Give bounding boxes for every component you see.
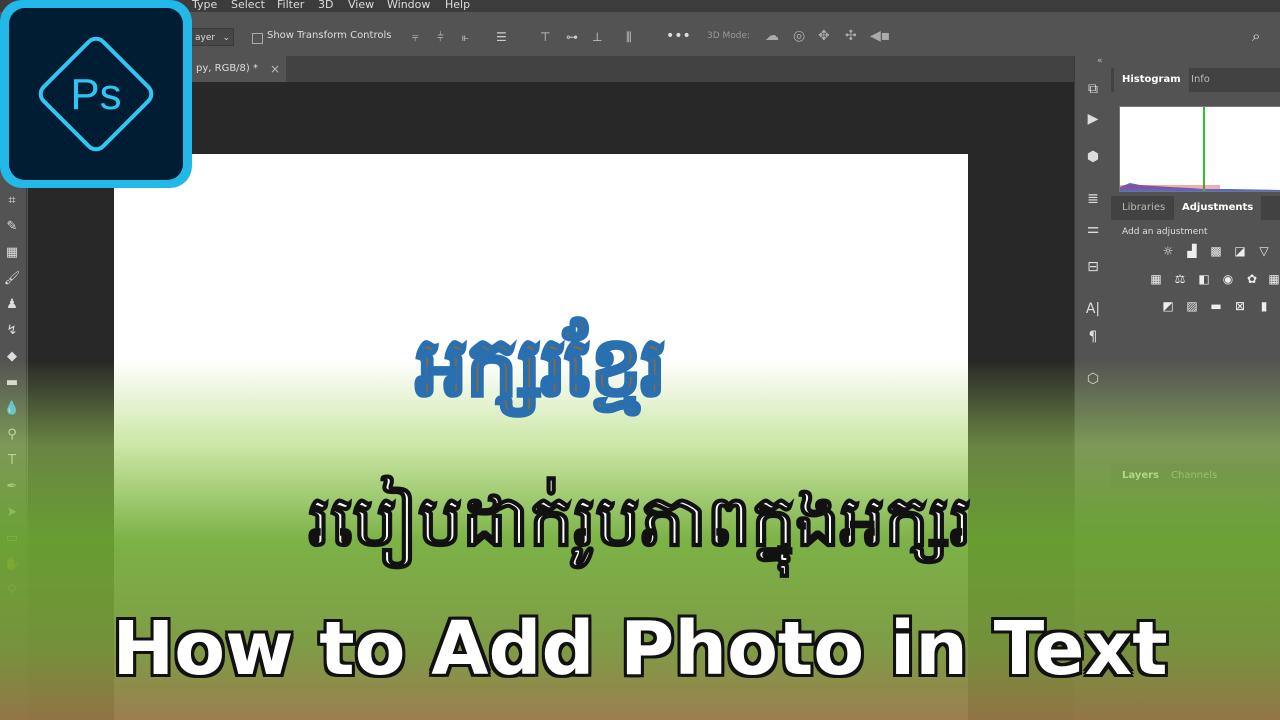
menu-window[interactable]: Window bbox=[387, 0, 430, 11]
photoshop-logo: Ps bbox=[0, 0, 192, 188]
logo-text: Ps bbox=[70, 70, 122, 119]
align-center-icon[interactable]: ⫩ bbox=[437, 30, 444, 45]
slide-3d-icon[interactable]: ✣ bbox=[845, 28, 857, 44]
distribute-icon[interactable]: ☰ bbox=[496, 30, 507, 44]
color-balance-icon[interactable]: ⚖ bbox=[1173, 272, 1187, 286]
brush-settings-icon[interactable]: ≣ bbox=[1084, 190, 1102, 208]
eyedropper-tool-icon[interactable]: ✎ bbox=[3, 218, 21, 236]
distribute-v-icon[interactable]: ⫼ bbox=[626, 30, 632, 45]
histogram-tab-row: Histogram Info bbox=[1111, 68, 1280, 92]
healing-tool-icon[interactable]: ▦ bbox=[3, 244, 21, 262]
paragraph-panel-icon[interactable]: ¶ bbox=[1084, 328, 1102, 346]
channel-mixer-icon[interactable]: ✿ bbox=[1245, 272, 1259, 286]
menu-select[interactable]: Select bbox=[231, 0, 265, 11]
options-bar: ayer ⌄ Show Transform Controls ⫧ ⫩ ⫦ ☰ ⊤… bbox=[0, 12, 1280, 57]
menu-help[interactable]: Help bbox=[445, 0, 470, 11]
curves-icon[interactable]: ▩ bbox=[1209, 244, 1223, 258]
search-icon[interactable]: ⌕ bbox=[1252, 27, 1260, 45]
3d-panel-icon[interactable]: ⬢ bbox=[1084, 148, 1102, 166]
brightness-icon[interactable]: ☼ bbox=[1161, 244, 1175, 258]
align-right-icon[interactable]: ⫦ bbox=[462, 30, 469, 45]
selective-color-icon[interactable]: ⊠ bbox=[1233, 299, 1247, 313]
3d-cube-icon[interactable]: ⬡ bbox=[1084, 370, 1102, 388]
black-white-icon[interactable]: ◧ bbox=[1197, 272, 1211, 286]
camera-3d-icon[interactable]: ◀▪ bbox=[870, 28, 890, 44]
crop-tool-icon[interactable]: ⌗ bbox=[3, 192, 21, 210]
clone-source-icon[interactable]: ⊟ bbox=[1084, 258, 1102, 276]
menu-bar: Type Select Filter 3D View Window Help bbox=[0, 0, 1280, 12]
align-top-icon[interactable]: ⊤ bbox=[540, 30, 550, 44]
menu-type[interactable]: Type bbox=[192, 0, 217, 11]
document-tab[interactable]: py, RGB/8) * × bbox=[190, 56, 286, 82]
color-lookup-icon[interactable]: ▦ bbox=[1267, 272, 1280, 286]
zoom-tool-icon[interactable]: ⚲ bbox=[3, 582, 21, 600]
mode-3d-label: 3D Mode: bbox=[707, 31, 751, 41]
menu-3d[interactable]: 3D bbox=[318, 0, 333, 11]
roll-3d-icon[interactable]: ◎ bbox=[793, 28, 805, 44]
brush-tool-icon[interactable]: 🖌 bbox=[3, 270, 21, 288]
actions-panel-icon[interactable]: ▶ bbox=[1084, 110, 1102, 128]
histogram-graph bbox=[1119, 106, 1280, 192]
khmer-photo-text: អក្សរខ្មែរ bbox=[414, 319, 668, 417]
tab-libraries[interactable]: Libraries bbox=[1114, 196, 1173, 220]
adjust-tab-row: Libraries Adjustments bbox=[1111, 196, 1280, 220]
show-transform-label: Show Transform Controls bbox=[267, 30, 392, 41]
posterize-icon[interactable]: ▨ bbox=[1185, 299, 1199, 313]
orbit-3d-icon[interactable]: ☁ bbox=[765, 28, 779, 44]
character-panel-icon[interactable]: A| bbox=[1084, 300, 1102, 318]
tab-info[interactable]: Info bbox=[1183, 68, 1218, 92]
align-bottom-icon[interactable]: ⊥ bbox=[592, 30, 602, 44]
photoshop-logo-inner: Ps bbox=[9, 8, 183, 180]
khmer-subtitle: របៀបដាក់រូបភាពក្នុងអក្សរ bbox=[307, 479, 973, 563]
layer-dropdown[interactable]: ayer ⌄ bbox=[190, 28, 234, 46]
align-left-icon[interactable]: ⫧ bbox=[412, 30, 419, 45]
history-panel-icon[interactable]: ⧉ bbox=[1084, 80, 1102, 98]
more-icon[interactable]: ••• bbox=[666, 28, 691, 44]
invert-icon[interactable]: ◩ bbox=[1161, 299, 1175, 313]
stamp-tool-icon[interactable]: ♟ bbox=[3, 296, 21, 314]
english-title: How to Add Photo in Text bbox=[112, 606, 1168, 692]
properties-icon[interactable]: ⚌ bbox=[1084, 220, 1102, 238]
tab-histogram[interactable]: Histogram bbox=[1114, 68, 1189, 92]
gradient-map-icon[interactable]: ▮ bbox=[1257, 299, 1271, 313]
menu-view[interactable]: View bbox=[348, 0, 374, 11]
chevron-down-icon: ⌄ bbox=[222, 33, 230, 43]
align-middle-icon[interactable]: ⊶ bbox=[566, 30, 578, 44]
threshold-icon[interactable]: ▬ bbox=[1209, 299, 1223, 313]
menu-filter[interactable]: Filter bbox=[277, 0, 304, 11]
layer-dropdown-label: ayer bbox=[195, 33, 216, 43]
pan-3d-icon[interactable]: ✥ bbox=[818, 28, 830, 44]
photo-filter-icon[interactable]: ◉ bbox=[1221, 272, 1235, 286]
histogram-svg bbox=[1120, 107, 1280, 191]
document-tab-title: py, RGB/8) * bbox=[196, 63, 258, 74]
tab-adjustments[interactable]: Adjustments bbox=[1174, 196, 1262, 220]
vibrance-icon[interactable]: ▽ bbox=[1257, 244, 1271, 258]
levels-icon[interactable]: ▟ bbox=[1185, 244, 1199, 258]
close-icon[interactable]: × bbox=[270, 56, 280, 82]
type-tool-icon[interactable]: T bbox=[3, 452, 21, 470]
show-transform-checkbox[interactable] bbox=[252, 33, 263, 44]
exposure-icon[interactable]: ◪ bbox=[1233, 244, 1247, 258]
adjust-label: Add an adjustment bbox=[1122, 227, 1208, 237]
hue-saturation-icon[interactable]: ▦ bbox=[1149, 272, 1163, 286]
collapse-icon[interactable]: « bbox=[1097, 56, 1103, 66]
